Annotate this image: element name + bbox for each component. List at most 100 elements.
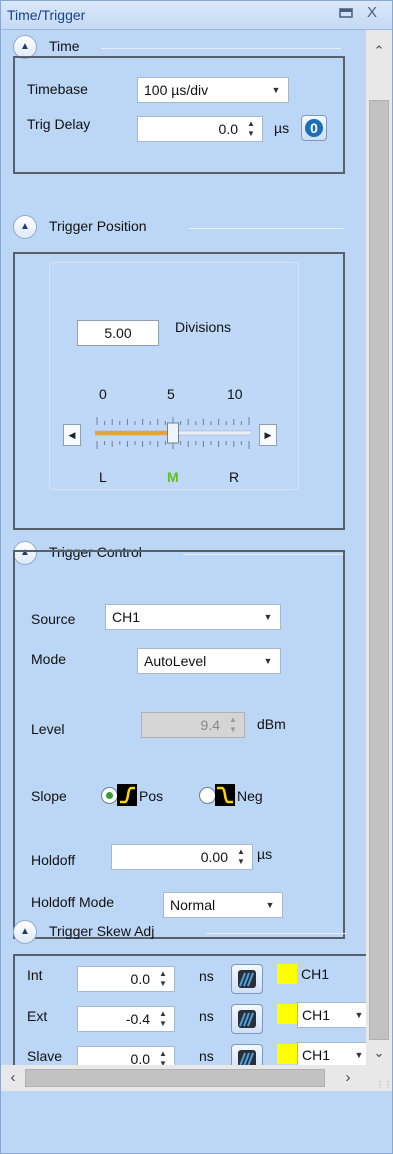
holdoff-mode-label: Holdoff Mode <box>31 894 115 910</box>
panel-footer-area <box>1 1092 392 1153</box>
slider-thumb[interactable] <box>167 422 179 444</box>
skew-unit: ns <box>199 968 214 984</box>
skew-slave-value: 0.0 <box>130 1051 150 1065</box>
holdoff-value: 0.00 <box>200 849 228 865</box>
close-icon[interactable]: X <box>367 4 377 21</box>
skew-int-channel-button[interactable] <box>231 964 263 994</box>
channel-waveform-icon <box>238 970 256 988</box>
vertical-scrollbar[interactable]: ⌃ ⌄ <box>366 30 392 1065</box>
trig-delay-unit: µs <box>274 120 290 136</box>
trigger-skew-group: Int 0.0 ▲ ▼ ns CH1 Ext -0.4 ▲ ▼ ns CH1 ▼… <box>13 954 366 1065</box>
mode-label: Mode <box>31 651 67 667</box>
holdoff-mode-value: Normal <box>170 897 216 913</box>
skew-int-channel: CH1 <box>301 966 330 982</box>
scale-bottom-label: L <box>99 469 107 485</box>
timebase-value: 100 µs/div <box>144 82 209 98</box>
zero-button-label: 0 <box>305 119 323 137</box>
slope-neg-radio[interactable] <box>199 787 216 804</box>
radio-selected-dot <box>106 792 113 799</box>
holdoff-label: Holdoff <box>31 852 76 868</box>
skew-ext-channel-button[interactable] <box>231 1004 263 1034</box>
trigger-position-slider[interactable] <box>95 411 251 457</box>
trig-delay-value: 0.0 <box>218 121 238 137</box>
level-spinner[interactable]: 9.4 ▲ ▼ <box>141 712 245 738</box>
pin-icon[interactable] <box>339 6 353 24</box>
slope-pos-label[interactable]: Pos <box>139 788 163 804</box>
chevron-down-icon: ▼ <box>354 1010 364 1020</box>
skew-unit: ns <box>199 1048 214 1064</box>
section-divider <box>189 228 344 229</box>
divisions-label: Divisions <box>175 319 232 335</box>
section-time-label: Time <box>49 38 80 54</box>
chevron-down-icon: ▼ <box>263 612 273 622</box>
chevron-down-icon: ▼ <box>263 656 273 666</box>
resize-grip-icon[interactable]: ⋮⋮ <box>366 1065 392 1091</box>
collapse-trigger-skew-button[interactable]: ▲ <box>13 920 37 944</box>
time-trigger-panel: Time/Trigger X ▲ Time Timebase 100 µs/di… <box>0 0 393 1154</box>
trig-delay-spinner[interactable]: 0.0 ▲ ▼ <box>137 116 263 142</box>
divisions-input[interactable]: 5.00 <box>77 320 159 346</box>
rising-edge-icon <box>117 784 137 806</box>
holdoff-mode-select[interactable]: Normal ▼ <box>163 892 283 918</box>
source-select[interactable]: CH1 ▼ <box>105 604 281 630</box>
trig-delay-label: Trig Delay <box>27 116 91 132</box>
slope-pos-radio[interactable] <box>101 787 118 804</box>
section-divider <box>101 48 341 49</box>
collapse-trigger-position-button[interactable]: ▲ <box>13 215 37 239</box>
skew-ext-spinner[interactable]: -0.4 ▲ ▼ <box>77 1006 175 1032</box>
spinner-arrows-icon[interactable]: ▲ ▼ <box>244 119 258 139</box>
mode-value: AutoLevel <box>144 653 207 669</box>
skew-int-spinner[interactable]: 0.0 ▲ ▼ <box>77 966 175 992</box>
skew-int-value: 0.0 <box>130 971 150 987</box>
timebase-select[interactable]: 100 µs/div ▼ <box>137 77 289 103</box>
scroll-left-icon[interactable]: ‹ <box>1 1065 25 1091</box>
scroll-down-icon[interactable]: ⌄ <box>366 1040 392 1066</box>
falling-edge-icon <box>215 784 235 806</box>
skew-slave-channel-button[interactable] <box>231 1044 263 1065</box>
skew-row-label: Ext <box>27 1008 48 1024</box>
source-value: CH1 <box>112 609 141 625</box>
skew-ext-channel: CH1 <box>302 1007 331 1023</box>
skew-ext-channel-select[interactable]: CH1 ▼ <box>297 1002 366 1028</box>
chevron-down-icon: ▼ <box>265 900 275 910</box>
slider-left-button[interactable]: ◀ <box>63 424 81 446</box>
slope-neg-label[interactable]: Neg <box>237 788 263 804</box>
panel-title: Time/Trigger <box>7 7 86 23</box>
panel-titlebar: Time/Trigger X <box>1 1 392 30</box>
channel-waveform-icon <box>238 1050 256 1065</box>
chevron-down-icon: ▼ <box>354 1050 364 1060</box>
slope-label: Slope <box>31 788 67 804</box>
scale-top-label: 5 <box>167 386 175 402</box>
scroll-right-icon[interactable]: › <box>336 1065 360 1091</box>
section-trigger-position-label: Trigger Position <box>49 218 147 234</box>
level-label: Level <box>31 721 65 737</box>
spinner-arrows-icon[interactable]: ▲ ▼ <box>156 1049 170 1065</box>
skew-slave-spinner[interactable]: 0.0 ▲ ▼ <box>77 1046 175 1065</box>
channel-waveform-icon <box>238 1010 256 1028</box>
channel-color-swatch <box>277 1044 297 1064</box>
spinner-arrows-icon[interactable]: ▲ ▼ <box>226 715 240 735</box>
spinner-arrows-icon[interactable]: ▲ ▼ <box>234 847 248 867</box>
source-label: Source <box>31 611 76 627</box>
holdoff-spinner[interactable]: 0.00 ▲ ▼ <box>111 844 253 870</box>
chevron-down-icon: ▼ <box>271 85 281 95</box>
horizontal-scrollbar[interactable]: ‹ › <box>1 1065 366 1091</box>
scale-bottom-label: M <box>167 469 179 485</box>
slider-right-button[interactable]: ▶ <box>259 424 277 446</box>
skew-ext-value: -0.4 <box>125 1011 150 1027</box>
trigger-control-group: Source CH1 ▼ Mode AutoLevel ▼ Level 9.4 … <box>13 550 345 939</box>
spinner-arrows-icon[interactable]: ▲ ▼ <box>156 969 170 989</box>
scroll-up-icon[interactable]: ⌃ <box>366 38 392 64</box>
mode-select[interactable]: AutoLevel ▼ <box>137 648 281 674</box>
channel-color-swatch <box>277 964 297 984</box>
zero-delay-button[interactable]: 0 <box>301 115 327 141</box>
spinner-arrows-icon[interactable]: ▲ ▼ <box>156 1009 170 1029</box>
panel-content: ▲ Time Timebase 100 µs/div ▼ Trig Delay … <box>1 30 366 1065</box>
skew-slave-channel-select[interactable]: CH1 ▼ <box>297 1042 366 1065</box>
vertical-scroll-thumb[interactable] <box>369 100 389 1040</box>
horizontal-scroll-thumb[interactable] <box>25 1069 325 1087</box>
level-unit: dBm <box>257 716 286 732</box>
skew-row-label: Int <box>27 967 43 983</box>
time-group: Timebase 100 µs/div ▼ Trig Delay 0.0 ▲ ▼ … <box>13 56 345 174</box>
scale-bottom-label: R <box>229 469 240 485</box>
